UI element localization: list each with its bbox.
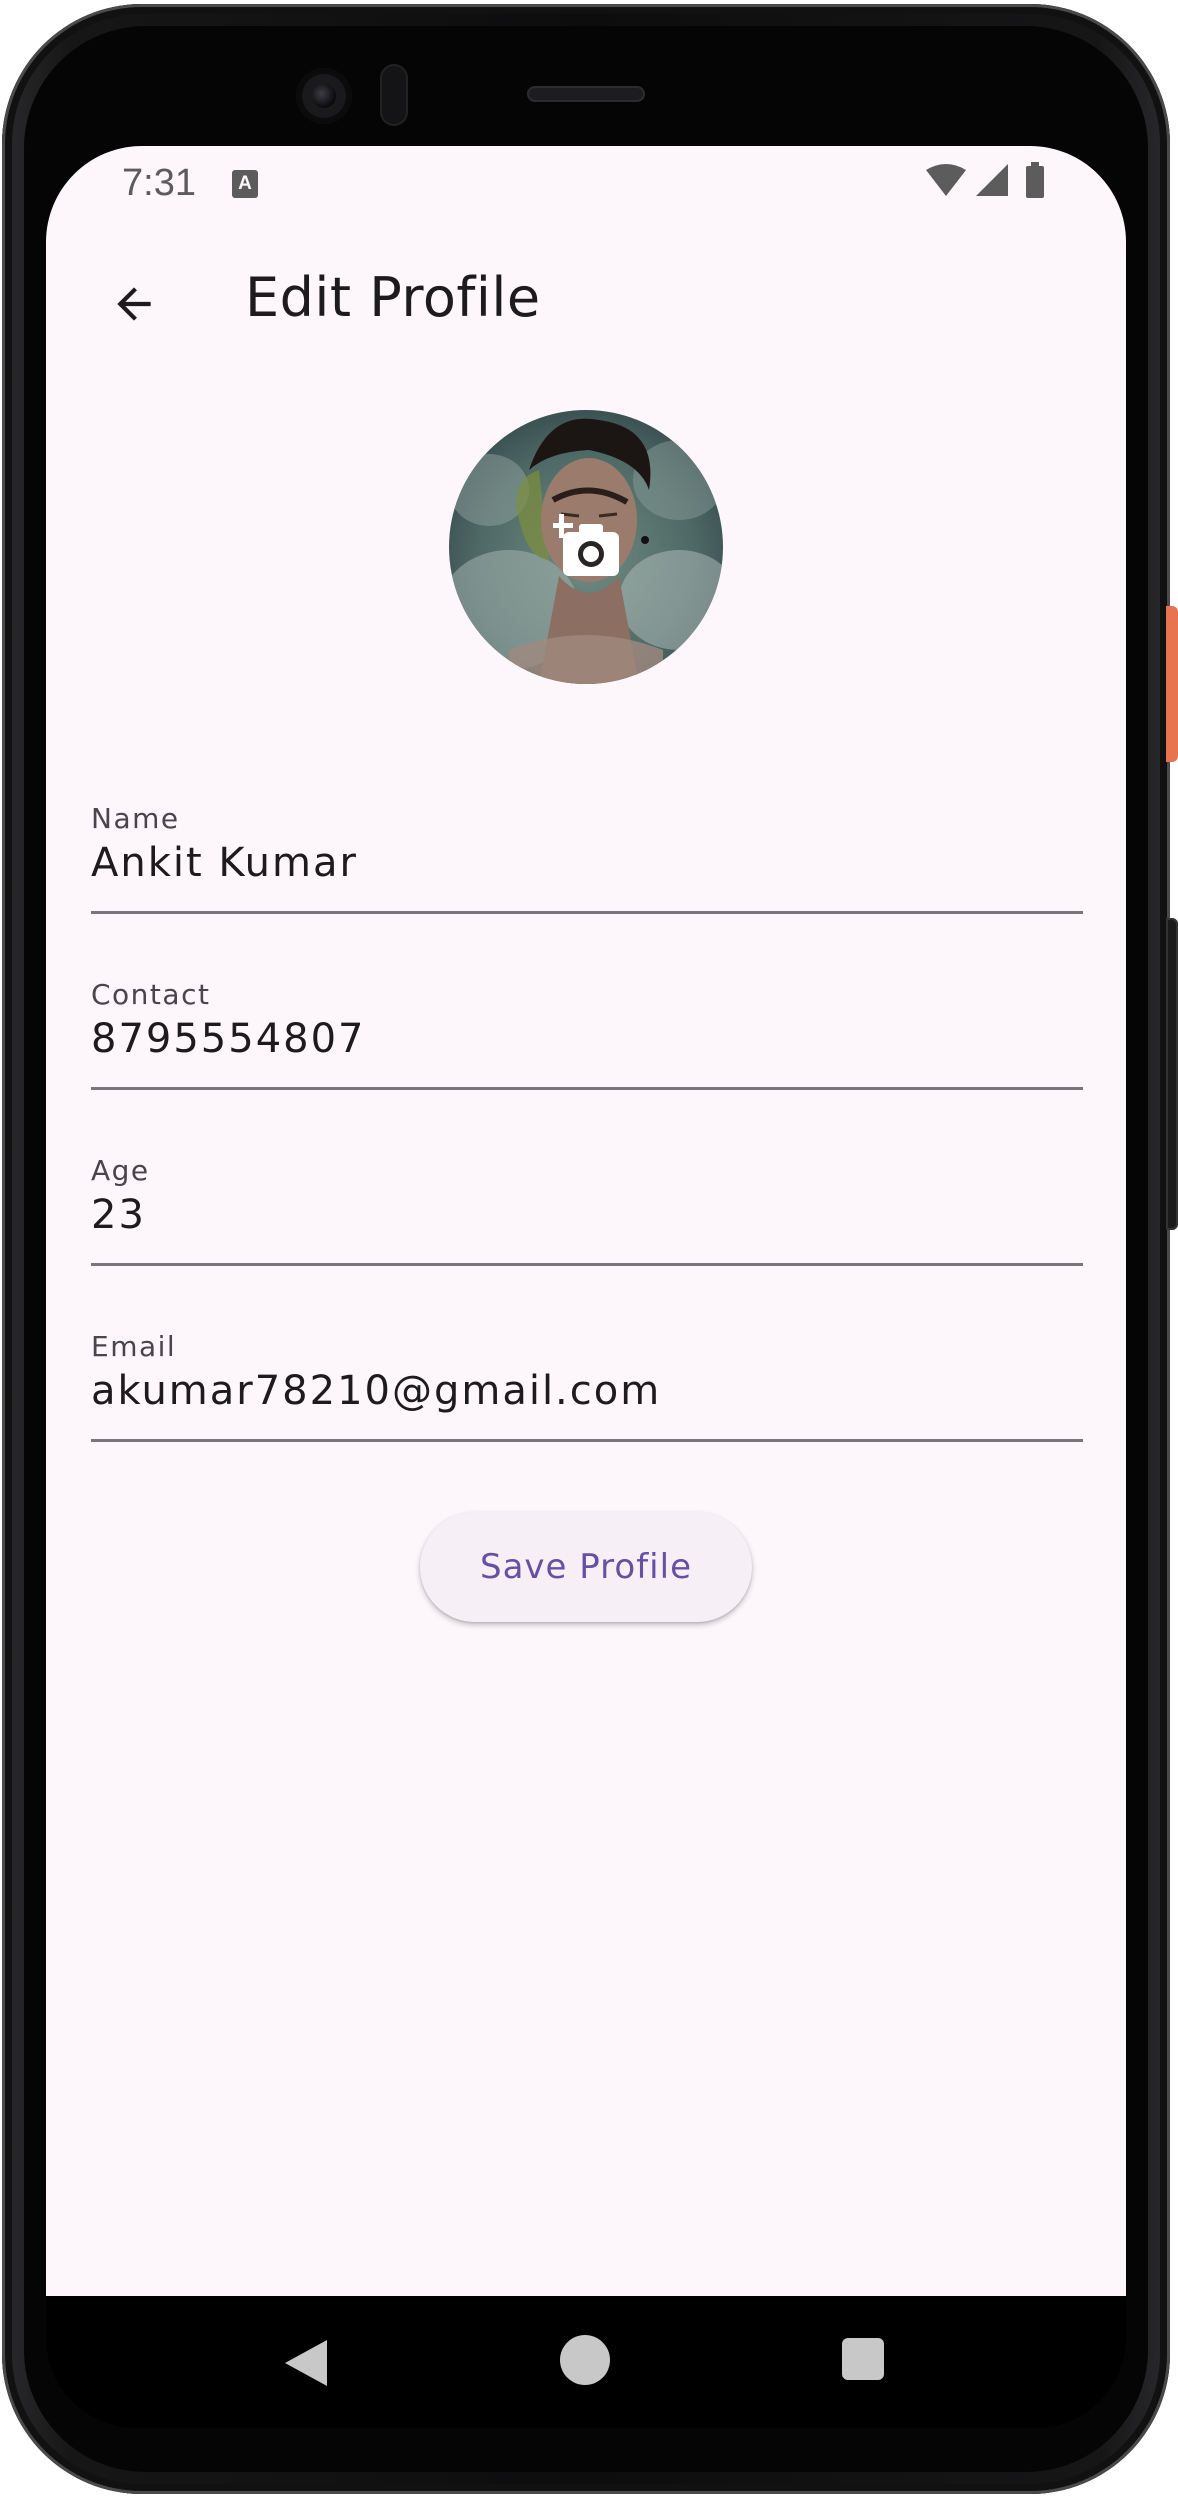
name-label: Name: [91, 802, 180, 835]
camera-lens: [312, 84, 336, 108]
circle-home-icon[interactable]: [560, 2335, 610, 2385]
profile-avatar[interactable]: [449, 410, 723, 684]
email-value[interactable]: akumar78210@gmail.com: [91, 1368, 661, 1414]
volume-button: [1166, 918, 1178, 1230]
email-field[interactable]: Email akumar78210@gmail.com: [91, 1310, 1083, 1442]
add-a-photo-icon: [553, 514, 619, 576]
age-field[interactable]: Age 23: [91, 1134, 1083, 1266]
battery-icon: [1026, 162, 1044, 198]
cellular-signal-icon: [976, 164, 1008, 196]
back-button[interactable]: [94, 264, 174, 344]
status-time: 7:31: [122, 162, 196, 204]
power-button: [1166, 606, 1178, 762]
proximity-sensor: [380, 64, 408, 126]
age-value[interactable]: 23: [91, 1192, 146, 1238]
name-value[interactable]: Ankit Kumar: [91, 840, 358, 886]
a-icon: A: [232, 170, 258, 198]
status-icons: [926, 162, 1050, 202]
name-field[interactable]: Name Ankit Kumar: [91, 782, 1083, 914]
save-profile-button[interactable]: Save Profile: [420, 1512, 752, 1622]
contact-value[interactable]: 8795554807: [91, 1016, 366, 1062]
square-recents-icon[interactable]: [842, 2338, 884, 2380]
arrow-back-icon: [117, 287, 151, 321]
triangle-back-icon[interactable]: [283, 2338, 329, 2388]
contact-field[interactable]: Contact 8795554807: [91, 958, 1083, 1090]
screen: 7:31 A Edit Profile Name Ankit Kumar Con…: [46, 146, 1126, 2296]
earpiece-speaker: [527, 86, 645, 102]
page-title: Edit Profile: [245, 266, 541, 329]
age-label: Age: [91, 1154, 150, 1187]
wifi-icon: [926, 164, 966, 196]
email-label: Email: [91, 1330, 177, 1363]
contact-label: Contact: [91, 978, 211, 1011]
